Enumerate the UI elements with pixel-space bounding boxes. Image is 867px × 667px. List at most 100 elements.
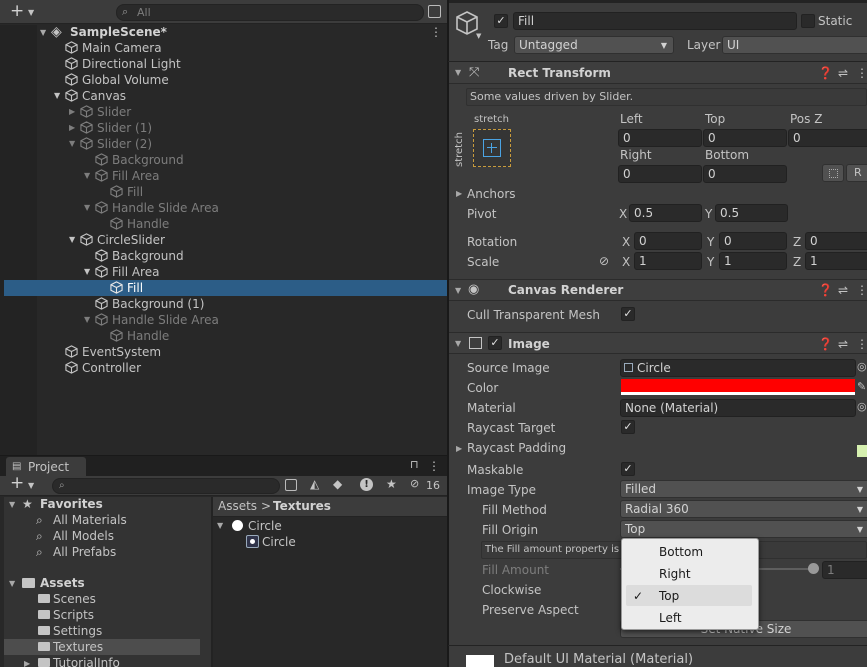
project-add-button[interactable]: + [10,475,24,492]
asset-circle-sprite[interactable]: Circle [262,534,296,550]
folder-scenes[interactable]: Scenes [53,591,96,607]
foldout-arrow[interactable]: ▼ [84,315,90,325]
favorites-foldout-arrow[interactable]: ▼ [9,500,15,510]
foldout-arrow[interactable]: ▼ [54,91,60,101]
object-picker-icon[interactable]: ◎ [857,359,867,375]
blueprint-mode-button[interactable] [822,164,844,182]
raycast-padding-label[interactable]: Raycast Padding [467,440,566,456]
fill-amount-slider-handle[interactable] [808,563,819,574]
material-footer-title[interactable]: Default UI Material (Material) [504,652,693,667]
component-menu-icon[interactable]: ⋮ [856,282,867,298]
presets-icon[interactable]: ⇌ [838,336,848,352]
project-tree-divider[interactable] [211,497,213,667]
bottom-field[interactable]: 0 [703,165,787,183]
hierarchy-item[interactable]: Slider [97,104,131,120]
foldout-arrow[interactable]: ▶ [69,123,75,133]
image-type-dropdown[interactable]: Filled ▼ [620,480,867,498]
right-field[interactable]: 0 [618,165,702,183]
raycast-target-checkbox[interactable]: ✓ [621,420,635,434]
component-menu-icon[interactable]: ⋮ [856,336,867,352]
search-options-icon[interactable] [428,5,441,18]
chevron-down-icon[interactable]: ▼ [28,478,34,494]
favorite-all-prefabs[interactable]: All Prefabs [53,544,116,560]
fill-amount-field[interactable]: 1 [822,561,867,579]
assets-foldout-arrow[interactable]: ▼ [9,579,15,589]
hierarchy-item[interactable]: Global Volume [82,72,169,88]
hierarchy-item[interactable]: Directional Light [82,56,181,72]
foldout-arrow[interactable]: ▼ [84,203,90,213]
hierarchy-item[interactable]: Fill Area [112,168,159,184]
breadcrumb-assets[interactable]: Assets [218,498,257,514]
top-field[interactable]: 0 [703,129,787,147]
foldout-arrow[interactable]: ▶ [69,107,75,117]
project-search-input[interactable]: ⌕ [52,478,280,494]
help-icon[interactable]: ❓ [818,336,833,352]
favorite-all-models[interactable]: All Models [53,528,114,544]
fill-origin-dropdown[interactable]: Top ▼ [620,520,867,538]
scene-foldout-arrow[interactable]: ▼ [40,28,46,38]
dropdown-option-right[interactable]: Right [659,566,691,582]
color-swatch[interactable] [621,379,855,395]
label-icon[interactable]: ◆ [333,476,342,492]
pivot-x-field[interactable]: 0.5 [629,204,702,222]
active-checkbox[interactable]: ✓ [494,14,508,28]
hierarchy-item[interactable]: Main Camera [82,40,162,56]
folder-settings[interactable]: Settings [53,623,102,639]
hierarchy-item[interactable]: Background [112,152,184,168]
rotation-z-field[interactable]: 0 [805,232,867,250]
rotation-x-field[interactable]: 0 [634,232,702,250]
image-enabled-checkbox[interactable]: ✓ [488,336,502,350]
hierarchy-item[interactable]: Slider (1) [97,120,152,136]
tag-dropdown[interactable]: Untagged ▼ [514,36,674,54]
maskable-checkbox[interactable]: ✓ [621,462,635,476]
scale-y-field[interactable]: 1 [719,252,787,270]
foldout-arrow[interactable]: ▼ [69,139,75,149]
presets-icon[interactable]: ⇌ [838,65,848,81]
anchors-label[interactable]: Anchors [467,186,516,202]
folder-textures[interactable]: Textures [53,639,103,655]
raycast-padding-foldout-arrow[interactable]: ▶ [456,444,462,454]
breadcrumb-textures[interactable]: Textures [273,498,331,514]
eyedropper-icon[interactable]: ✎ [857,379,866,395]
posz-field[interactable]: 0 [788,129,867,147]
hierarchy-item[interactable]: Canvas [82,88,126,104]
rect-transform-foldout-arrow[interactable]: ▼ [455,68,461,78]
favorite-star-icon[interactable]: ★ [386,476,397,492]
hierarchy-item[interactable]: Handle Slide Area [112,312,219,328]
foldout-arrow[interactable]: ▼ [69,235,75,245]
source-image-field[interactable]: Circle [620,359,856,377]
asset-circle[interactable]: Circle [248,518,282,534]
log-type-icon[interactable]: ! [360,478,373,491]
foldout-arrow[interactable]: ▼ [84,267,90,277]
static-checkbox[interactable] [801,14,815,28]
hierarchy-item[interactable]: Fill [127,184,143,200]
filter-type-icon[interactable]: ◭ [310,476,319,492]
help-icon[interactable]: ❓ [818,282,833,298]
object-name-field[interactable]: Fill [513,12,797,30]
left-field[interactable]: 0 [618,129,702,147]
rotation-y-field[interactable]: 0 [719,232,787,250]
hierarchy-item[interactable]: Fill Area [112,264,159,280]
tutorialinfo-foldout-arrow[interactable]: ▶ [24,659,30,667]
canvas-renderer-foldout-arrow[interactable]: ▼ [455,286,461,296]
hierarchy-search-input[interactable]: ⌕ All [116,4,424,21]
hierarchy-item[interactable]: CircleSlider [97,232,165,248]
hierarchy-item[interactable]: Background (1) [112,296,204,312]
chevron-down-icon[interactable]: ▼ [28,5,34,21]
hierarchy-item[interactable]: Background [112,248,184,264]
dropdown-option-left[interactable]: Left [659,610,682,626]
raw-edit-button[interactable]: R [846,164,867,182]
pivot-y-field[interactable]: 0.5 [715,204,788,222]
anchor-preset-button[interactable] [473,129,511,167]
hierarchy-add-button[interactable]: + [10,3,24,20]
hierarchy-item[interactable]: EventSystem [82,344,161,360]
circle-foldout-arrow[interactable]: ▼ [217,521,223,531]
search-by-type-icon[interactable] [285,479,297,491]
folder-tutorialinfo[interactable]: TutorialInfo [53,655,120,667]
help-icon[interactable]: ❓ [818,65,833,81]
scene-menu-icon[interactable]: ⋮ [430,24,442,40]
hierarchy-item[interactable]: Handle [127,328,169,344]
lock-icon[interactable]: ⊓ [410,457,419,473]
dropdown-option-top[interactable]: Top [659,588,679,604]
assets-label[interactable]: Assets [40,575,85,591]
